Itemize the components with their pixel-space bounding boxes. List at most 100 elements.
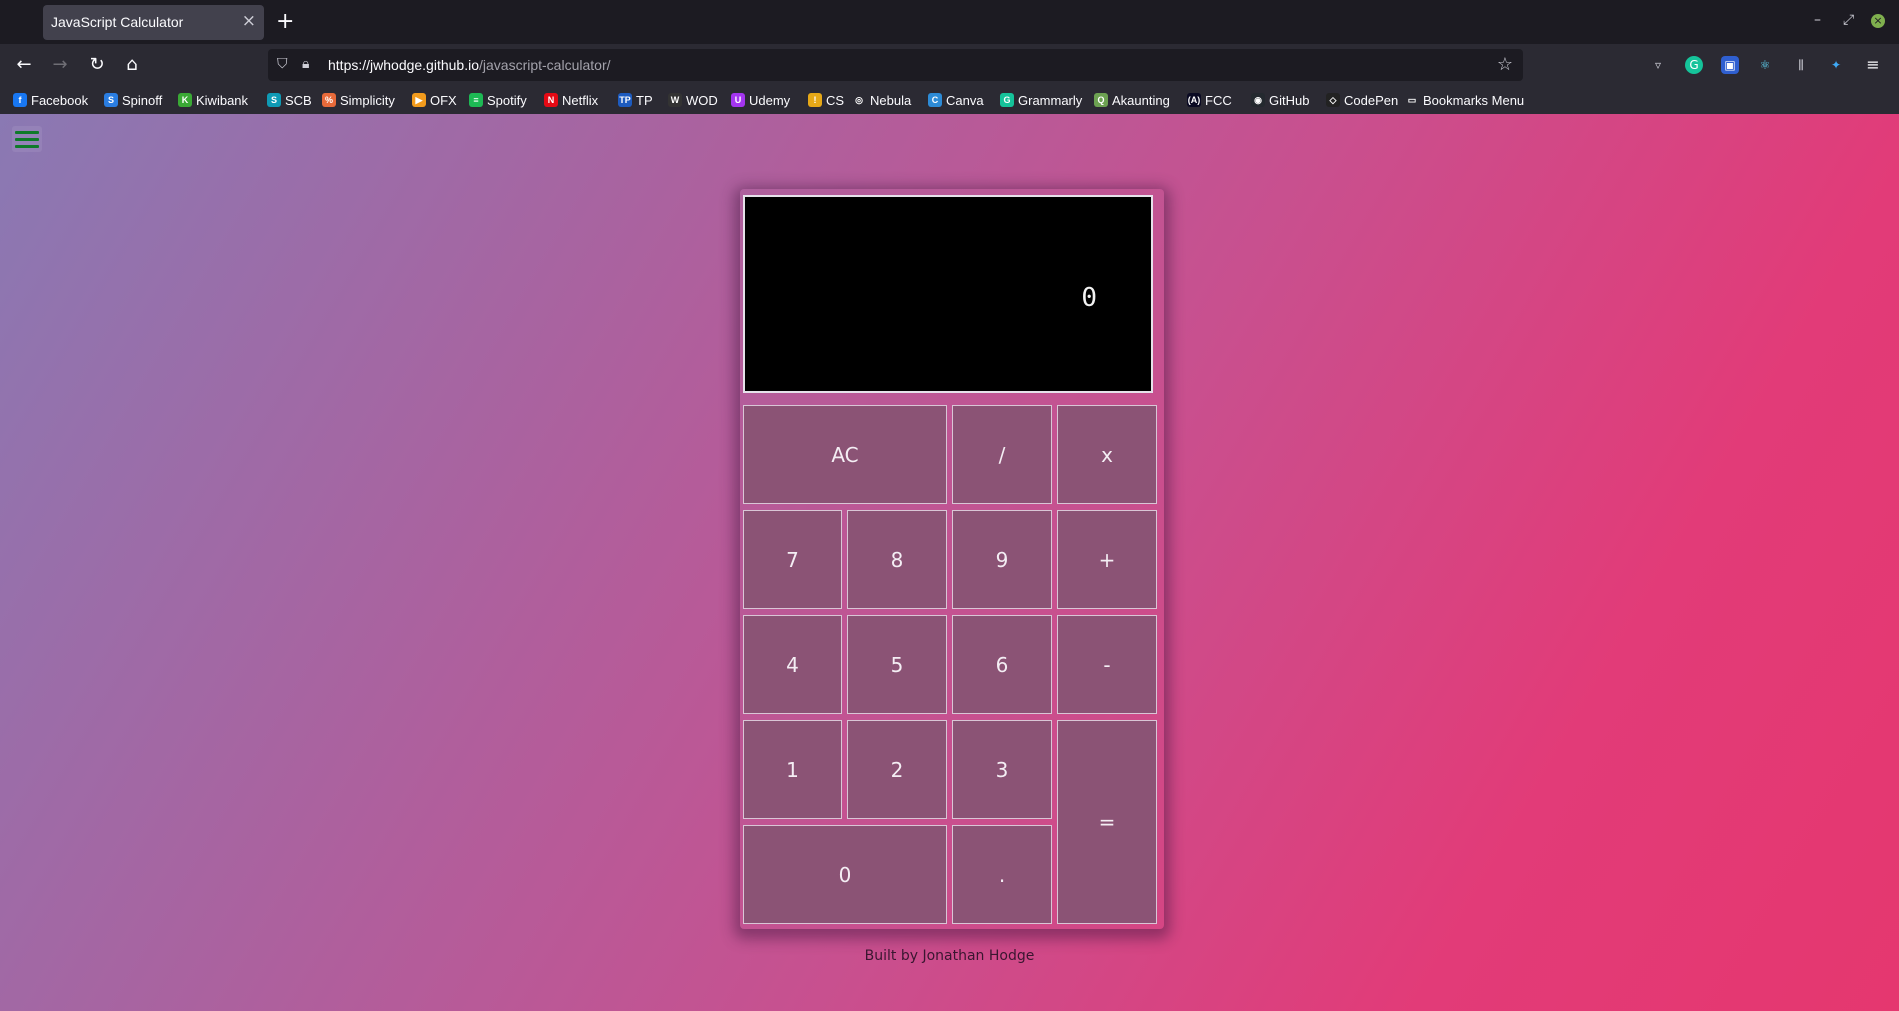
bookmark-ofx[interactable]: ▶ OFX [412,91,457,109]
bookmark-wod[interactable]: W WOD [668,91,718,109]
bookmark-label: Bookmarks Menu [1423,92,1525,108]
bookmarks-toolbar: f Facebook S Spinoff K Kiwibank S SCB% Simplicit… [0,86,1899,114]
bookmark-cs[interactable]: ! CS [808,91,844,109]
kiwibank-icon: K [178,93,192,107]
bookmark-label: FCC [1205,92,1232,108]
five-button[interactable]: 5 [847,615,947,714]
minimize-icon[interactable]: – [1814,12,1821,28]
bookmark-akaunting[interactable]: Q Akaunting [1094,91,1170,109]
lock-icon[interactable]: 🔒︎ [302,56,309,72]
bookmark-label: Udemy [749,92,791,108]
react-devtools-icon[interactable]: ⚛ [1756,56,1774,74]
bookmark-label: Facebook [31,92,89,108]
ofx-icon: ▶ [412,93,426,107]
bookmark-label: Simplicity [340,92,395,108]
shield-icon[interactable]: ⛉ [277,56,288,72]
bookmark-nebula[interactable]: ◎ Nebula [852,91,911,109]
udemy-icon: U [731,93,745,107]
footer-credit: Built by Jonathan Hodge [864,948,1035,964]
clear-button[interactable]: AC [743,405,947,504]
window-close-icon[interactable]: × [1871,14,1885,28]
navigation-toolbar: ← → ↻ ⌂ ⛉ 🔒︎ https://jwhodge.github.io/j… [0,44,1899,86]
bookmark-udemy[interactable]: U Udemy [731,91,790,109]
forward-arrow-icon[interactable]: → [47,52,73,78]
extension-icon[interactable]: ▣ [1721,56,1739,74]
bookmark-label: Spinoff [122,92,163,108]
library-icon[interactable]: ⫼ [1792,56,1810,74]
spotify-icon: ≡ [469,93,483,107]
bookmark-label: WOD [686,92,718,108]
tab-title: JavaScript Calculator [51,14,184,30]
seven-button[interactable]: 7 [743,510,842,609]
multiply-button[interactable]: x [1057,405,1157,504]
add-button[interactable]: + [1057,510,1157,609]
bookmark-codepen[interactable]: ◇ CodePen [1326,91,1398,109]
nine-button[interactable]: 9 [952,510,1052,609]
eight-button[interactable]: 8 [847,510,947,609]
bookmark-canva[interactable]: C Canva [928,91,984,109]
tab-bar: JavaScript Calculator × + – ⤢ × [0,0,1899,44]
bookmark-label: TP [636,92,653,108]
canva-icon: C [928,93,942,107]
bookmark-scb[interactable]: S SCB [267,91,312,109]
tab-close-icon[interactable]: × [242,11,256,31]
facebook-icon: f [13,93,27,107]
three-button[interactable]: 3 [952,720,1052,819]
hamburger-menu-icon[interactable] [12,126,42,152]
cs-icon: ! [808,93,822,107]
six-button[interactable]: 6 [952,615,1052,714]
codepen-icon: ◇ [1326,93,1340,107]
bookmark-label: Kiwibank [196,92,249,108]
pocket-icon[interactable]: ▿ [1649,56,1667,74]
new-tab-button[interactable]: + [276,9,294,35]
bookmark-label: GitHub [1269,92,1310,108]
netflix-icon: N [544,93,558,107]
display-value: 0 [1081,283,1097,313]
bookmark-spotify[interactable]: ≡ Spotify [469,91,527,109]
bookmark-tp[interactable]: TP TP [618,91,653,109]
reload-icon[interactable]: ↻ [84,52,110,78]
bookmark-label: OFX [430,92,457,108]
tp-icon: TP [618,93,632,107]
four-button[interactable]: 4 [743,615,842,714]
bookmark-simplicity[interactable]: % Simplicity [322,91,395,109]
menu-icon[interactable]: ≡ [1864,56,1882,74]
bookmark-bookmarks-menu[interactable]: ▭ Bookmarks Menu [1405,91,1524,109]
grammarly-extension-icon[interactable]: G [1685,56,1703,74]
folder-icon: ▭ [1405,93,1419,107]
page-content: 0 AC / x 7 8 9 + 4 5 6 - 1 2 3 = 0 . Bui… [0,114,1899,1011]
github-icon: ◉ [1251,93,1265,107]
extension-wand-icon[interactable]: ✦ [1827,56,1845,74]
bookmark-kiwibank[interactable]: K Kiwibank [178,91,248,109]
simplicity-icon: % [322,93,336,107]
grammarly-icon: G [1000,93,1014,107]
two-button[interactable]: 2 [847,720,947,819]
back-arrow-icon[interactable]: ← [11,52,37,78]
url-text[interactable]: https://jwhodge.github.io/javascript-cal… [328,57,611,73]
bookmark-label: CodePen [1344,92,1399,108]
decimal-button[interactable]: . [952,825,1052,924]
bookmark-label: Grammarly [1018,92,1083,108]
bookmark-netflix[interactable]: N Netflix [544,91,598,109]
restore-icon[interactable]: ⤢ [1843,12,1854,28]
bookmark-fcc[interactable]: (A) FCC [1187,91,1232,109]
bookmark-github[interactable]: ◉ GitHub [1251,91,1309,109]
bookmark-label: Netflix [562,92,599,108]
equals-button[interactable]: = [1057,720,1157,924]
divide-button[interactable]: / [952,405,1052,504]
bookmark-label: Canva [946,92,984,108]
spinoff-icon: S [104,93,118,107]
bookmark-label: Nebula [870,92,912,108]
active-tab[interactable]: JavaScript Calculator × [43,5,264,40]
bookmark-facebook[interactable]: f Facebook [13,91,88,109]
one-button[interactable]: 1 [743,720,842,819]
subtract-button[interactable]: - [1057,615,1157,714]
bookmark-grammarly[interactable]: G Grammarly [1000,91,1082,109]
address-bar[interactable]: ⛉ 🔒︎ https://jwhodge.github.io/javascrip… [268,49,1523,81]
bookmark-label: CS [826,92,845,108]
bookmark-star-icon[interactable]: ☆ [1497,54,1513,75]
home-icon[interactable]: ⌂ [119,52,145,78]
bookmark-spinoff[interactable]: S Spinoff [104,91,162,109]
bookmark-label: Akaunting [1112,92,1170,108]
zero-button[interactable]: 0 [743,825,947,924]
